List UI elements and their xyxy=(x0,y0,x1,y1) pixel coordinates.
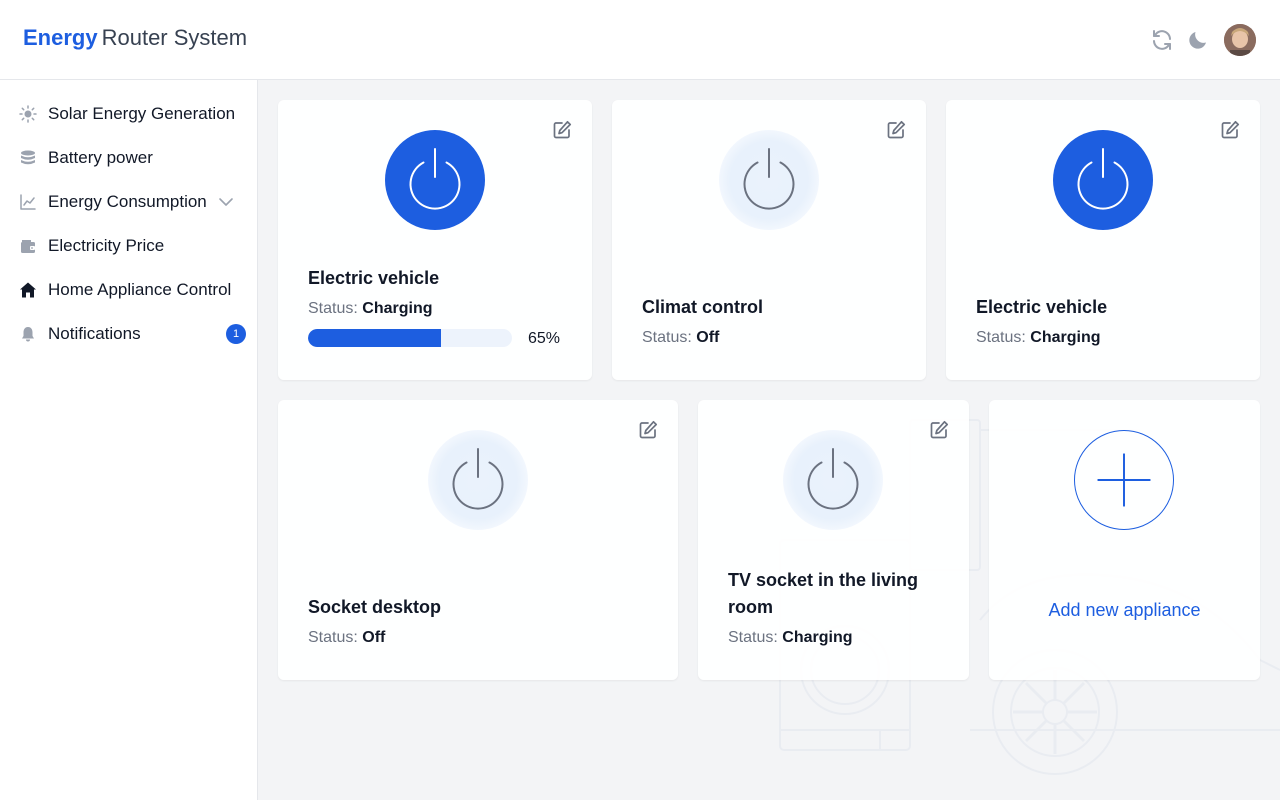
appliance-name: Socket desktop xyxy=(308,597,442,617)
sidebar-item-battery[interactable]: Battery power xyxy=(0,136,257,180)
appliance-name: Electric vehicle xyxy=(976,297,1108,317)
sun-icon xyxy=(19,105,37,123)
add-appliance-label[interactable]: Add new appliance xyxy=(989,599,1260,621)
sidebar-item-home-control[interactable]: Home Appliance Control xyxy=(0,268,257,312)
top-bar: Energy Router System xyxy=(0,0,1280,80)
edit-icon[interactable] xyxy=(552,120,572,140)
sidebar-item-label: Home Appliance Control xyxy=(48,280,232,299)
notification-badge: 1 xyxy=(226,324,246,344)
edit-icon[interactable] xyxy=(929,420,949,440)
edit-icon[interactable] xyxy=(638,420,658,440)
power-icon xyxy=(807,448,859,510)
power-toggle[interactable] xyxy=(428,430,528,530)
edit-icon[interactable] xyxy=(886,120,906,140)
user-avatar[interactable] xyxy=(1224,24,1256,56)
appliance-card: Socket desktop Status: Off xyxy=(278,400,678,680)
add-appliance-button[interactable] xyxy=(1074,430,1174,530)
plus-icon xyxy=(1097,453,1151,507)
appliance-name: Climat control xyxy=(642,297,764,317)
appliance-status: Status: Charging xyxy=(976,329,1101,346)
charge-progress-bar xyxy=(308,329,512,347)
sidebar-item-label: Energy Consumption xyxy=(48,192,207,211)
appliance-status: Status: Charging xyxy=(728,629,853,646)
sidebar-item-solar[interactable]: Solar Energy Generation xyxy=(0,92,257,136)
sidebar: Solar Energy Generation Battery power En… xyxy=(0,80,258,800)
appliance-card: Electric vehicle Status: Charging 65% xyxy=(278,100,592,380)
edit-icon[interactable] xyxy=(1220,120,1240,140)
power-icon xyxy=(743,148,795,210)
app-logo[interactable]: Energy Router System xyxy=(23,24,247,52)
power-toggle[interactable] xyxy=(719,130,819,230)
sidebar-item-label: Battery power xyxy=(48,148,153,167)
brand-name: Energy xyxy=(23,25,98,50)
appliance-status: Status: Off xyxy=(308,629,386,646)
brand-subtitle: Router System xyxy=(101,25,248,50)
appliance-name: TV socket in the living room xyxy=(728,570,919,617)
refresh-icon[interactable] xyxy=(1150,28,1174,52)
add-appliance-card[interactable]: Add new appliance xyxy=(989,400,1260,680)
power-toggle[interactable] xyxy=(385,130,485,230)
power-icon xyxy=(1077,148,1129,210)
sidebar-item-price[interactable]: Electricity Price xyxy=(0,224,257,268)
power-icon xyxy=(409,148,461,210)
wallet-icon xyxy=(21,240,35,253)
appliance-status: Status: Charging xyxy=(308,300,433,317)
charge-progress-fill xyxy=(308,329,441,347)
chevron-down-icon[interactable] xyxy=(217,193,235,211)
charge-percent: 65% xyxy=(528,330,561,347)
sidebar-item-label: Solar Energy Generation xyxy=(48,104,236,123)
sidebar-item-consumption[interactable]: Energy Consumption xyxy=(0,180,257,224)
sidebar-item-label: Electricity Price xyxy=(48,236,165,255)
sidebar-item-notifications[interactable]: Notifications 1 xyxy=(0,312,257,356)
sidebar-item-label: Notifications xyxy=(48,324,141,343)
power-icon xyxy=(452,448,504,510)
database-icon xyxy=(21,150,35,165)
appliance-status: Status: Off xyxy=(642,329,720,346)
home-icon xyxy=(20,282,36,298)
power-toggle[interactable] xyxy=(1053,130,1153,230)
appliance-card: TV socket in the living room Status: Cha… xyxy=(698,400,969,680)
appliance-card: Climat control Status: Off xyxy=(612,100,926,380)
chart-line-icon xyxy=(20,194,36,210)
moon-icon[interactable] xyxy=(1186,28,1210,52)
appliance-card: Electric vehicle Status: Charging xyxy=(946,100,1260,380)
bell-icon xyxy=(22,327,34,342)
power-toggle[interactable] xyxy=(783,430,883,530)
appliance-name: Electric vehicle xyxy=(308,268,440,288)
